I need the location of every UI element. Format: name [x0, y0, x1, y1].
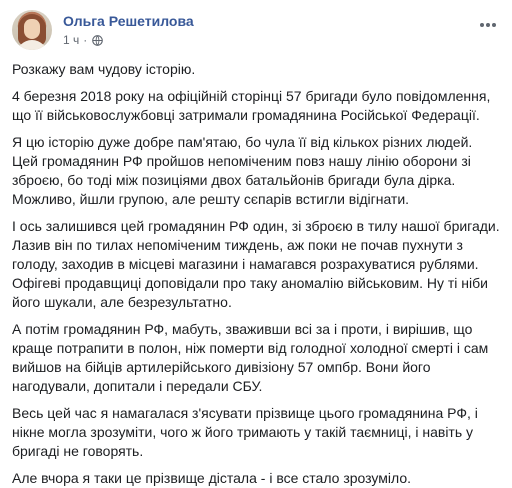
facebook-post: Ольга Решетилова 1 ч · Розкажу вам чудов…	[0, 0, 512, 486]
post-paragraph: 4 березня 2018 року на офіційній сторінц…	[12, 88, 491, 123]
post-paragraph: Розкажу вам чудову історію.	[12, 61, 196, 77]
more-options-icon[interactable]	[478, 18, 498, 32]
post-paragraph: А потім громадянин РФ, мабуть, зваживши …	[12, 321, 489, 394]
post-meta: 1 ч ·	[63, 33, 104, 47]
avatar-face	[24, 19, 40, 39]
post-text: Розкажу вам чудову історію. 4 березня 20…	[12, 60, 500, 488]
post-header: Ольга Решетилова 1 ч ·	[12, 8, 500, 56]
post-paragraph: Але вчора я таки це прізвище дістала - і…	[12, 470, 411, 486]
post-paragraph: Весь цей час я намагалася з'ясувати пріз…	[12, 405, 478, 459]
globe-icon[interactable]	[92, 34, 104, 46]
post-paragraph: Я цю історію дуже добре пам'ятаю, бо чул…	[12, 134, 473, 207]
author-name-link[interactable]: Ольга Решетилова	[63, 13, 194, 29]
meta-separator: ·	[83, 33, 88, 47]
avatar[interactable]	[12, 10, 52, 50]
post-paragraph: І ось залишився цей громадянин РФ один, …	[12, 218, 500, 310]
post-timestamp[interactable]: 1 ч	[63, 33, 79, 47]
